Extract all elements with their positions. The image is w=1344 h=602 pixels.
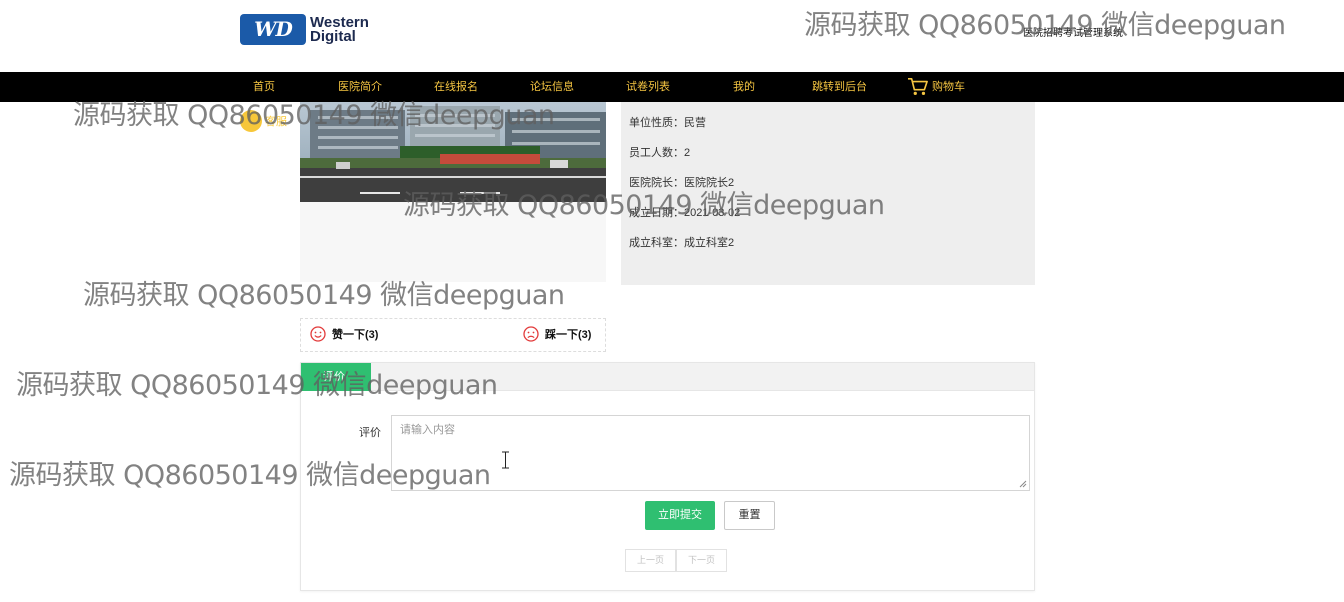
nav-item-forum[interactable]: 论坛信息 bbox=[530, 72, 574, 102]
nav-item-mine[interactable]: 我的 bbox=[733, 72, 755, 102]
info-value: 民营 bbox=[684, 117, 706, 129]
comment-placeholder: 请输入内容 bbox=[400, 424, 455, 436]
nav-item-hospital-intro[interactable]: 医院简介 bbox=[338, 72, 382, 102]
prev-page-button[interactable]: 上一页 bbox=[625, 549, 676, 572]
tab-comment[interactable]: 评价 bbox=[301, 363, 371, 391]
customer-service[interactable]: 客服 bbox=[240, 110, 287, 132]
brand-logo[interactable]: WD Western Digital bbox=[240, 14, 369, 45]
comment-textarea[interactable]: 请输入内容 bbox=[391, 415, 1030, 491]
header: WD Western Digital 医院招聘考试管理系统 bbox=[0, 0, 1344, 72]
info-value: 2021-03-02 bbox=[684, 207, 741, 219]
info-row-founded: 成立日期：2021-03-02 bbox=[629, 204, 740, 220]
nav-item-admin[interactable]: 跳转到后台 bbox=[812, 72, 867, 102]
like-button[interactable]: 赞一下(3) bbox=[310, 326, 378, 342]
info-row-nature: 单位性质：民营 bbox=[629, 114, 706, 130]
nav-item-home[interactable]: 首页 bbox=[253, 72, 275, 102]
info-label: 成立日期： bbox=[629, 207, 684, 219]
info-value: 成立科室2 bbox=[684, 237, 735, 249]
nav-item-exam-list[interactable]: 试卷列表 bbox=[626, 72, 670, 102]
resize-handle-icon[interactable] bbox=[1019, 480, 1027, 488]
info-value: 医院院长2 bbox=[684, 177, 735, 189]
logo-line-2: Digital bbox=[310, 27, 356, 45]
reset-button[interactable]: 重置 bbox=[724, 501, 775, 530]
hospital-image-card bbox=[300, 102, 606, 282]
comment-header: 评价 bbox=[301, 363, 1034, 391]
like-label: 赞一下(3) bbox=[332, 329, 379, 341]
hospital-info-panel: 单位性质：民营 员工人数：2 医院院长：医院院长2 成立日期：2021-03-0… bbox=[621, 102, 1035, 285]
info-label: 医院院长： bbox=[629, 177, 684, 189]
nav-item-cart[interactable]: 购物车 bbox=[907, 72, 965, 102]
cart-label: 购物车 bbox=[932, 81, 965, 93]
info-label: 单位性质： bbox=[629, 117, 684, 129]
smile-icon bbox=[310, 326, 326, 342]
next-page-button[interactable]: 下一页 bbox=[676, 549, 727, 572]
frown-icon bbox=[523, 326, 539, 342]
service-icon bbox=[240, 110, 262, 132]
info-label: 成立科室： bbox=[629, 237, 684, 249]
info-value: 2 bbox=[684, 147, 691, 159]
info-label: 员工人数： bbox=[629, 147, 684, 159]
system-title: 医院招聘考试管理系统 bbox=[1023, 28, 1123, 39]
logo-text: Western Digital bbox=[310, 15, 369, 45]
vote-bar: 赞一下(3) 踩一下(3) bbox=[300, 318, 606, 352]
info-row-staff: 员工人数：2 bbox=[629, 144, 690, 160]
cart-icon bbox=[908, 78, 928, 95]
logo-badge: WD bbox=[240, 14, 306, 45]
submit-button[interactable]: 立即提交 bbox=[645, 501, 715, 530]
nav-item-online-signup[interactable]: 在线报名 bbox=[434, 72, 478, 102]
hospital-photo bbox=[300, 102, 606, 202]
dislike-button[interactable]: 踩一下(3) bbox=[523, 326, 591, 342]
info-row-department: 成立科室：成立科室2 bbox=[629, 234, 734, 250]
text-cursor-icon bbox=[502, 451, 509, 469]
service-label: 客服 bbox=[265, 116, 287, 128]
info-row-director: 医院院长：医院院长2 bbox=[629, 174, 734, 190]
comment-section: 评价 评价 请输入内容 立即提交 重置 上一页 下一页 bbox=[300, 362, 1035, 591]
dislike-label: 踩一下(3) bbox=[545, 329, 592, 341]
comment-field-label: 评价 bbox=[359, 427, 381, 439]
main-nav: 首页 医院简介 在线报名 论坛信息 试卷列表 我的 跳转到后台 购物车 bbox=[0, 72, 1344, 102]
